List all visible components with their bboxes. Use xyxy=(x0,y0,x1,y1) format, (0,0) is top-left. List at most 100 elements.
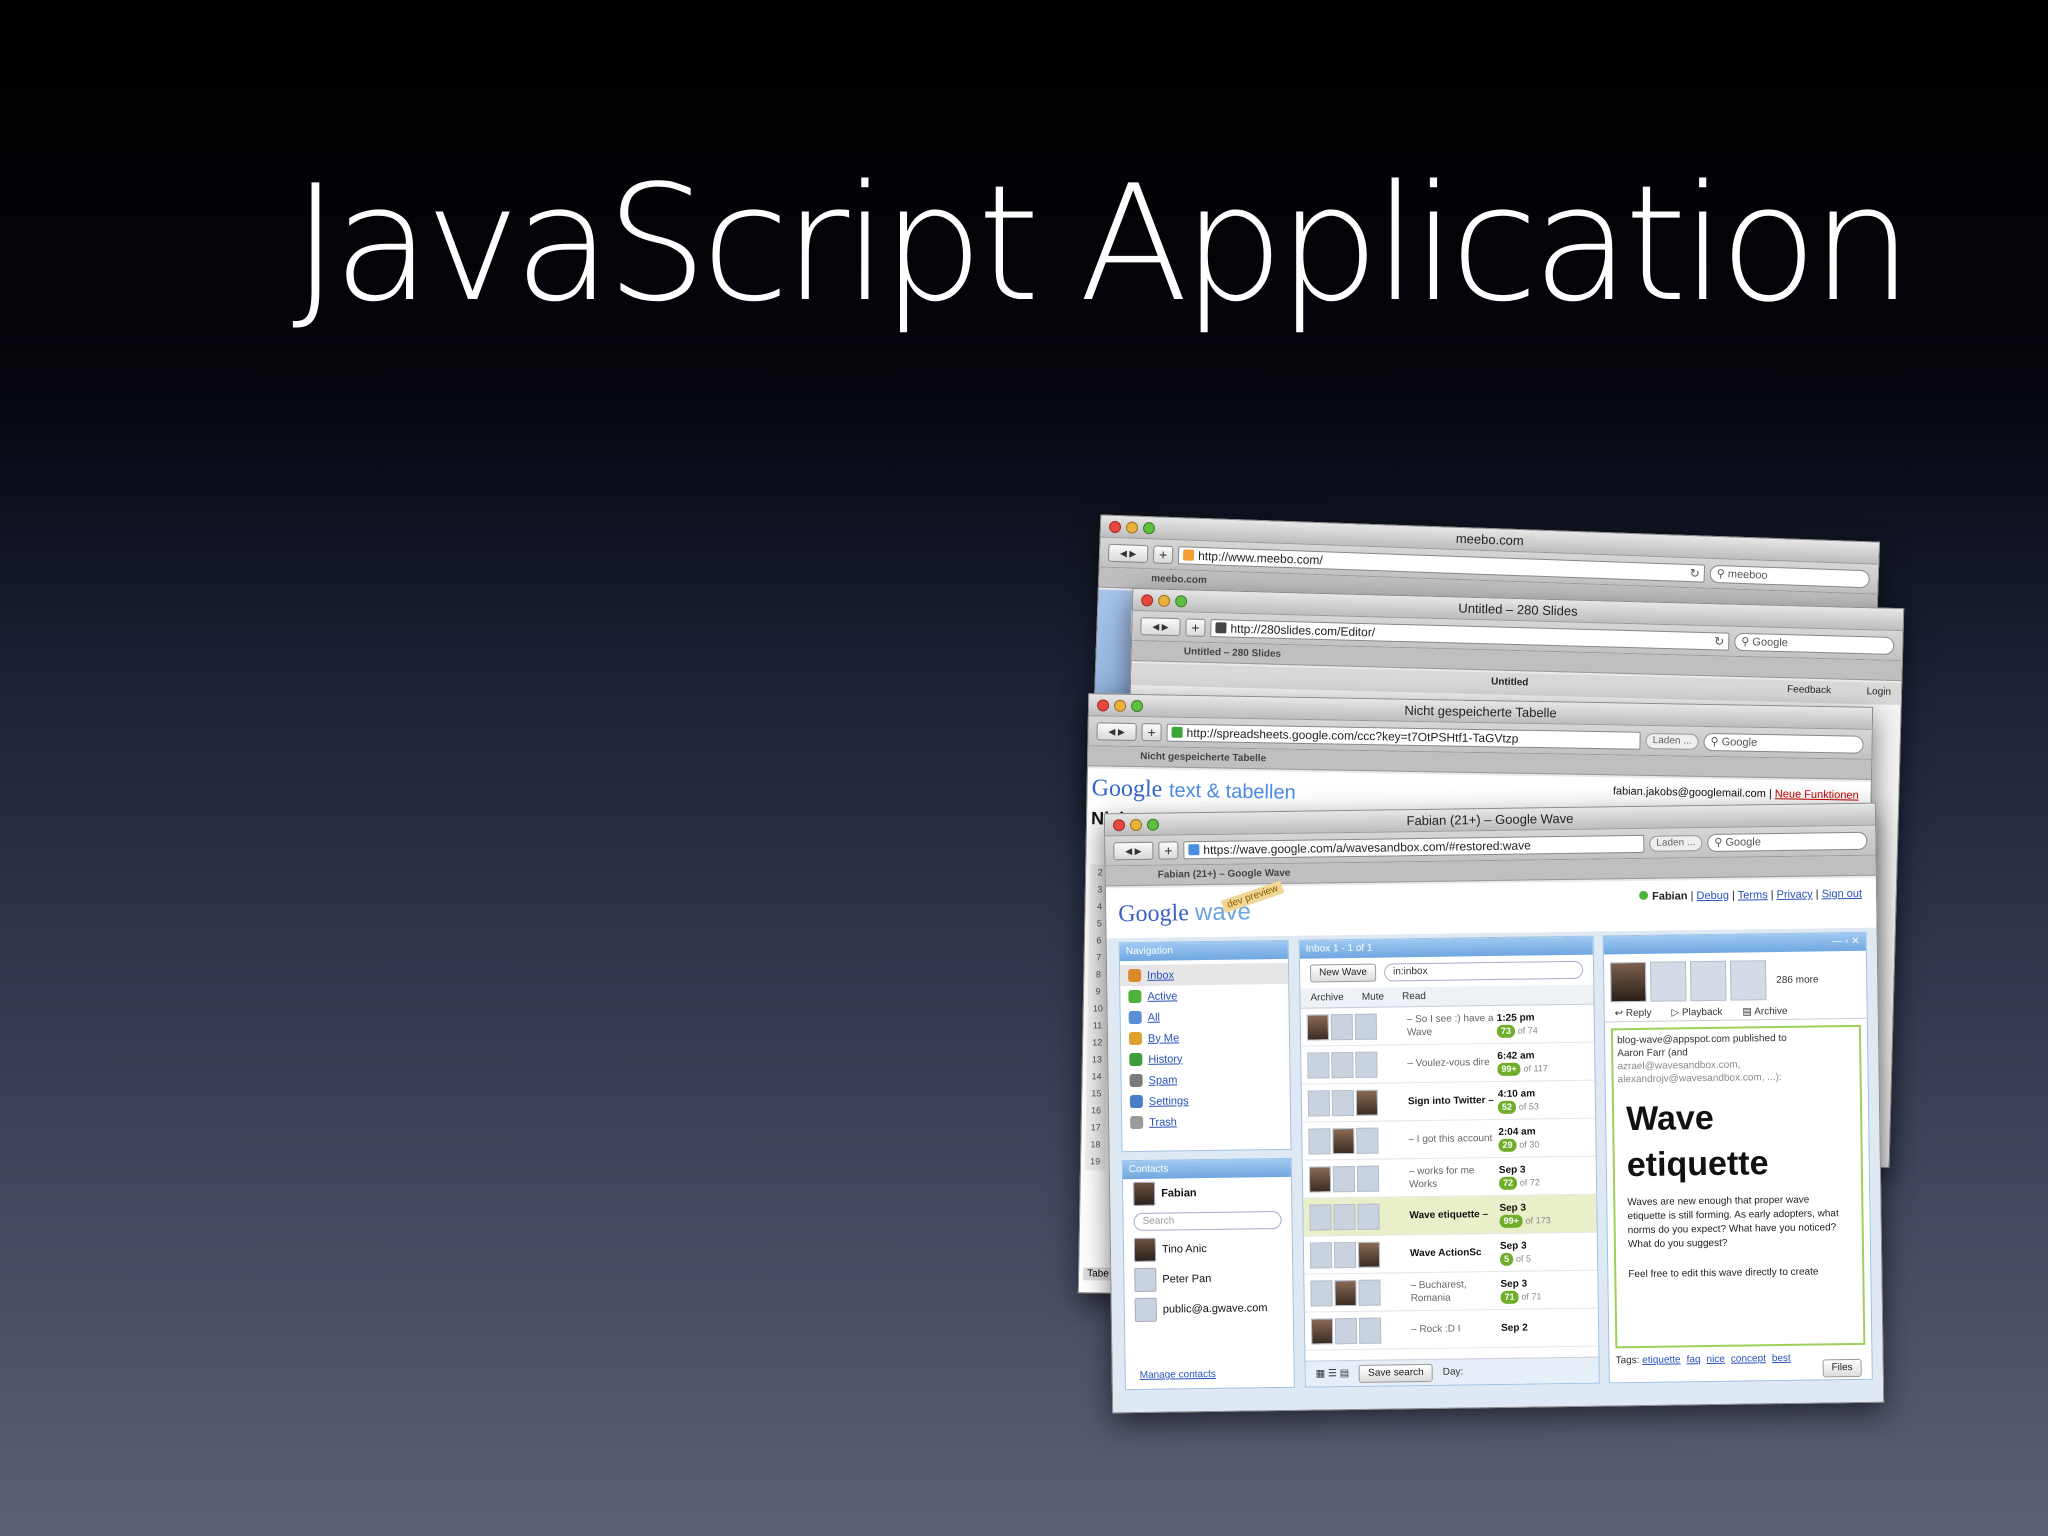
wave-list-item[interactable]: – works for me Works Sep 3 72 of 72 xyxy=(1302,1156,1597,1199)
tag-link[interactable]: faq xyxy=(1687,1354,1701,1365)
minimize-icon[interactable] xyxy=(1129,818,1143,832)
nav-item-by-me[interactable]: By Me xyxy=(1121,1026,1289,1049)
zoom-icon[interactable] xyxy=(1146,818,1160,831)
terms-link[interactable]: Terms xyxy=(1738,889,1768,901)
nav-item-inbox[interactable]: Inbox xyxy=(1119,962,1289,987)
tag-link[interactable]: nice xyxy=(1706,1354,1725,1365)
debug-link[interactable]: Debug xyxy=(1696,890,1729,902)
wave-list: – So I see :) have a Wave 1:25 pm 73 of 74… xyxy=(1300,1004,1599,1351)
row-header[interactable]: 12 xyxy=(1087,1034,1107,1051)
row-header[interactable]: 9 xyxy=(1088,983,1108,1000)
row-header[interactable]: 16 xyxy=(1086,1102,1106,1119)
add-bookmark-button[interactable]: + xyxy=(1158,840,1179,860)
avatar xyxy=(1357,1203,1380,1230)
zoom-icon[interactable] xyxy=(1130,699,1144,713)
wave-list-item[interactable]: Wave ActionSc Sep 35 of 5 xyxy=(1303,1232,1598,1275)
wave-list-item[interactable]: Wave etiquette – Sep 3 99+ of 173 xyxy=(1303,1194,1597,1237)
feedback-link[interactable]: Feedback xyxy=(1787,684,1831,696)
nav-item-active[interactable]: Active xyxy=(1120,984,1288,1007)
spreadsheet-search-field[interactable]: ⚲ Google xyxy=(1703,732,1864,754)
list-view-icon[interactable]: ▦ ☰ ▤ xyxy=(1316,1368,1350,1379)
row-header[interactable]: 15 xyxy=(1086,1085,1106,1102)
playback-button[interactable]: ▷ Playback xyxy=(1671,1007,1722,1019)
zoom-icon[interactable] xyxy=(1142,521,1156,535)
contact-item[interactable]: public@a.gwave.com xyxy=(1125,1293,1293,1325)
sheet-tab[interactable]: Tabe xyxy=(1083,1267,1113,1281)
wave-list-item[interactable]: – I got this account 2:04 am 29 of 30 xyxy=(1302,1118,1596,1161)
close-icon[interactable] xyxy=(1096,699,1110,712)
zoom-icon[interactable] xyxy=(1174,595,1188,608)
add-bookmark-button[interactable]: + xyxy=(1185,617,1206,637)
nav-item-spam[interactable]: Spam xyxy=(1121,1068,1289,1091)
nav-item-all[interactable]: All xyxy=(1121,1005,1289,1028)
minimize-icon[interactable] xyxy=(1125,521,1139,534)
wave-list-item[interactable]: – Rock :D I Sep 2 xyxy=(1304,1308,1599,1351)
row-header[interactable]: 14 xyxy=(1086,1068,1106,1085)
avatar xyxy=(1334,1317,1358,1344)
wave-blip[interactable]: blog-wave@appspot.com published to Aaron… xyxy=(1610,1024,1866,1349)
row-header[interactable]: 18 xyxy=(1085,1136,1105,1153)
close-icon[interactable] xyxy=(1108,520,1122,534)
avatar xyxy=(1310,1317,1334,1345)
back-forward-button[interactable]: ◀ ▶ xyxy=(1096,721,1137,741)
files-button[interactable]: Files xyxy=(1822,1358,1862,1378)
contact-item[interactable]: Tino Anic xyxy=(1124,1233,1292,1265)
slides280-search-field[interactable]: ⚲ Google xyxy=(1734,632,1895,655)
archive-button[interactable]: Archive xyxy=(1310,992,1344,1003)
close-icon[interactable] xyxy=(1140,594,1154,607)
add-bookmark-button[interactable]: + xyxy=(1152,544,1174,564)
sign-out-link[interactable]: Sign out xyxy=(1822,888,1863,901)
reload-icon[interactable]: ↻ xyxy=(1689,565,1704,581)
row-header[interactable]: 13 xyxy=(1087,1051,1107,1068)
new-features-link[interactable]: Neue Funktionen xyxy=(1775,788,1859,801)
back-forward-button[interactable]: ◀ ▶ xyxy=(1107,543,1149,563)
row-header[interactable]: 17 xyxy=(1086,1119,1106,1136)
login-link[interactable]: Login xyxy=(1866,686,1891,698)
nav-item-trash[interactable]: Trash xyxy=(1122,1110,1290,1133)
tag-link[interactable]: etiquette xyxy=(1642,1354,1681,1366)
wave-list-item[interactable]: – Bucharest, Romania Sep 3 71 of 71 xyxy=(1304,1270,1598,1313)
read-button[interactable]: Read xyxy=(1402,991,1426,1002)
mute-button[interactable]: Mute xyxy=(1362,992,1384,1003)
reply-button[interactable]: ↩ Reply xyxy=(1615,1008,1652,1020)
meebo-window-title: meebo.com xyxy=(1455,530,1525,549)
wave-list-item[interactable]: – Voulez-vous dire 6:42 am 99+ of 117 xyxy=(1301,1042,1595,1085)
new-wave-button[interactable]: New Wave xyxy=(1309,963,1377,983)
save-search-button[interactable]: Save search xyxy=(1358,1363,1433,1383)
row-header[interactable]: 19 xyxy=(1085,1153,1105,1170)
close-icon[interactable] xyxy=(1112,819,1126,832)
privacy-link[interactable]: Privacy xyxy=(1777,889,1813,902)
row-header[interactable]: 10 xyxy=(1088,1000,1108,1017)
wave-search-field[interactable]: ⚲ Google xyxy=(1707,831,1868,852)
reload-icon[interactable]: ↻ xyxy=(1714,633,1728,649)
contact-me[interactable]: Fabian xyxy=(1123,1177,1291,1209)
add-bookmark-button[interactable]: + xyxy=(1141,722,1162,741)
total-count: of 30 xyxy=(1519,1138,1540,1150)
wave-url-field[interactable]: https://wave.google.com/a/wavesandbox.co… xyxy=(1183,834,1645,859)
nav-item-settings[interactable]: Settings xyxy=(1122,1089,1290,1112)
wave-list-item[interactable]: Sign into Twitter –4:10 am 52 of 53 xyxy=(1301,1080,1596,1123)
wave-archive-button[interactable]: ▤ Archive xyxy=(1742,1006,1787,1018)
back-forward-button[interactable]: ◀ ▶ xyxy=(1113,841,1154,860)
nav-item-label: By Me xyxy=(1147,1031,1180,1045)
participant-list: 286 more xyxy=(1604,951,1867,1007)
avatar xyxy=(1132,1181,1156,1207)
tag-link[interactable]: best xyxy=(1772,1353,1791,1364)
inbox-search-input[interactable]: in:inbox xyxy=(1383,960,1584,982)
row-header[interactable]: 11 xyxy=(1087,1017,1107,1034)
contacts-panel: Contacts Fabian Search Tino Anic Peter Pa… xyxy=(1121,1157,1295,1391)
manage-contacts-link[interactable]: Manage contacts xyxy=(1140,1369,1216,1381)
spreadsheet-url-field[interactable]: http://spreadsheets.google.com/ccc?key=t… xyxy=(1166,723,1641,750)
more-participants[interactable]: 286 more xyxy=(1776,974,1818,986)
tag-link[interactable]: concept xyxy=(1731,1353,1766,1364)
nav-item-history[interactable]: History xyxy=(1121,1047,1289,1070)
minimize-icon[interactable] xyxy=(1113,699,1127,712)
back-forward-button[interactable]: ◀ ▶ xyxy=(1140,616,1181,636)
minimize-icon[interactable] xyxy=(1157,594,1171,607)
contact-item[interactable]: Peter Pan xyxy=(1124,1263,1292,1295)
wave-list-item[interactable]: – So I see :) have a Wave 1:25 pm 73 of 74 xyxy=(1300,1004,1595,1047)
wave-time: Sep 3 xyxy=(1499,1240,1527,1252)
blip-body: Waves are new enough that proper wave et… xyxy=(1627,1194,1839,1251)
meebo-search-field[interactable]: ⚲ meeboo xyxy=(1709,564,1871,588)
contacts-search-input[interactable]: Search xyxy=(1133,1210,1282,1232)
